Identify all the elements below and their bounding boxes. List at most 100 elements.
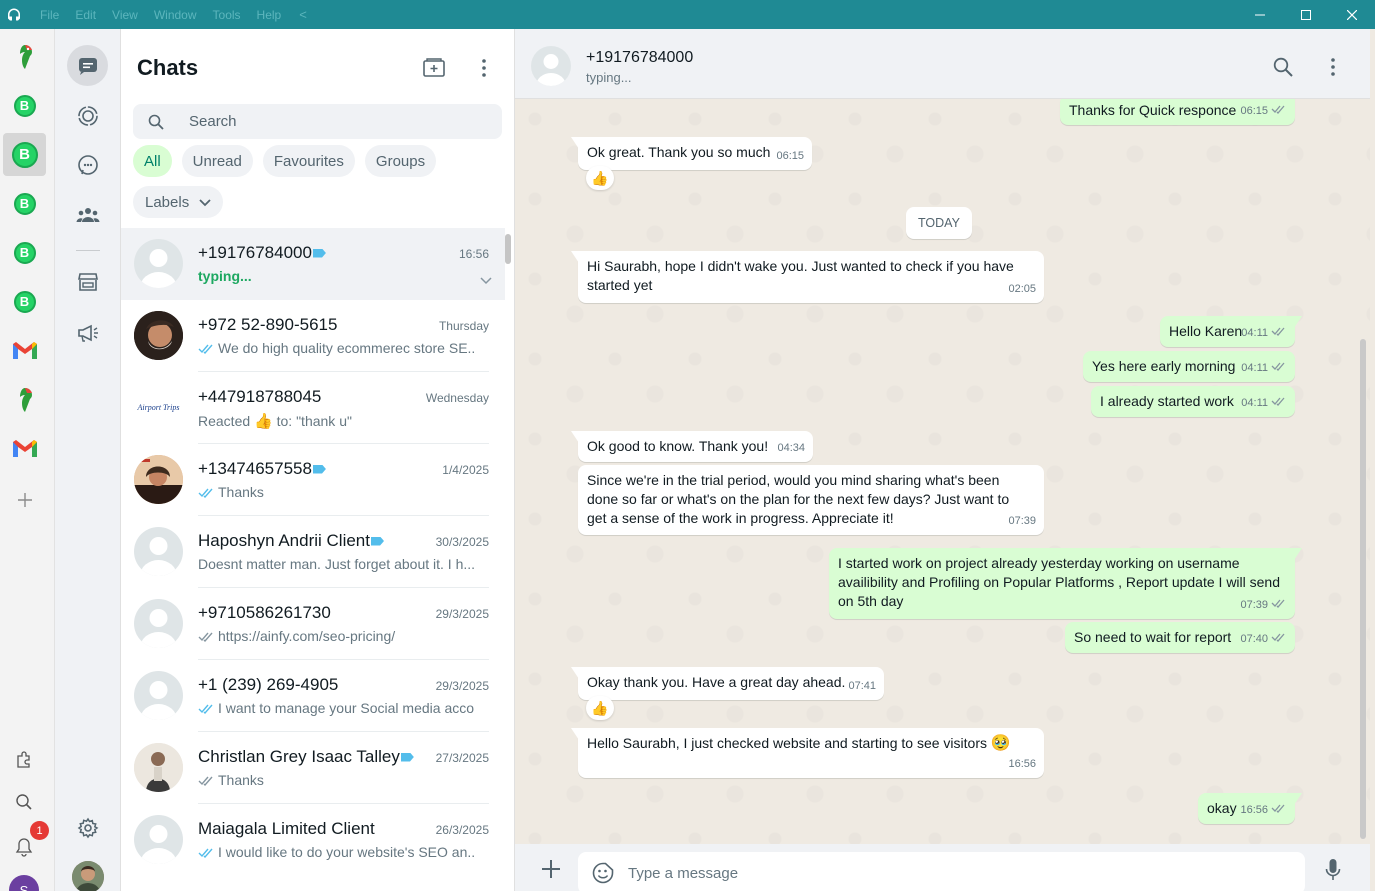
attach-plus-icon[interactable]	[539, 857, 563, 881]
maximize-button[interactable]	[1283, 0, 1329, 29]
message-bubble-in[interactable]: Since we're in the trial period, would y…	[578, 465, 1044, 535]
chat-row[interactable]: Maiagala Limited Client 26/3/2025 I woul…	[121, 804, 505, 876]
menu-view[interactable]: View	[104, 8, 146, 22]
window-controls	[1237, 0, 1375, 29]
search-icon[interactable]	[1271, 55, 1295, 79]
message-input-wrapper[interactable]	[578, 852, 1305, 891]
menu-window[interactable]: Window	[146, 8, 205, 22]
status-nav-icon[interactable]	[67, 95, 108, 136]
conversation-header[interactable]: +19176784000 typing...	[515, 29, 1370, 99]
advertise-megaphone-icon[interactable]	[67, 312, 108, 353]
filter-favourites[interactable]: Favourites	[262, 145, 355, 177]
bell-icon[interactable]	[0, 837, 48, 857]
whatsapp-business-icon[interactable]: B	[3, 84, 46, 127]
microphone-icon[interactable]	[1321, 857, 1345, 883]
minimize-button[interactable]	[1237, 0, 1283, 29]
message-text: Hi Saurabh, hope I didn't wake you. Just…	[587, 258, 1014, 293]
conversation-menu-icon[interactable]	[1321, 55, 1345, 79]
chat-name: Haposhyn Andrii Client	[198, 531, 370, 550]
message-bubble-out[interactable]: okay 16:56	[1198, 793, 1295, 824]
catalog-store-icon[interactable]	[67, 261, 108, 302]
search-icon	[133, 114, 179, 130]
profile-avatar[interactable]: S	[9, 875, 39, 891]
filter-unread[interactable]: Unread	[181, 145, 253, 177]
chat-row[interactable]: +9710586261730 29/3/2025 https://ainfy.c…	[121, 588, 505, 660]
message-bubble-out[interactable]: I already started work 04:11	[1091, 386, 1295, 417]
menu-edit[interactable]: Edit	[67, 8, 104, 22]
conversation-status: typing...	[586, 70, 632, 85]
message-bubble-out[interactable]: Hello Karen 04:11	[1160, 316, 1295, 347]
search-input[interactable]	[189, 113, 489, 130]
contact-photo	[134, 311, 183, 360]
whatsapp-business-icon[interactable]: B	[3, 182, 46, 225]
message-time: 07:39	[1008, 515, 1036, 527]
chevron-down-icon[interactable]	[480, 272, 492, 290]
message-bubble-out[interactable]: I started work on project already yester…	[829, 548, 1295, 619]
parrot-app-icon[interactable]	[3, 378, 46, 421]
message-meta: 07:39	[1240, 596, 1287, 615]
chevron-down-icon	[199, 194, 211, 211]
default-avatar-icon[interactable]	[531, 46, 571, 86]
reaction-thumbs-up[interactable]: 👍	[586, 166, 614, 190]
filter-groups[interactable]: Groups	[364, 145, 437, 177]
chat-search-box[interactable]	[133, 104, 502, 139]
double-check-icon	[198, 343, 215, 354]
labels-dropdown[interactable]: Labels	[133, 186, 224, 218]
chat-row[interactable]: +972 52-890-5615 Thursday We do high qua…	[121, 300, 505, 372]
message-bubble-in[interactable]: Ok good to know. Thank you! 04:34	[578, 431, 813, 462]
menu-bar: File Edit View Window Tools Help	[32, 8, 289, 22]
add-app-icon[interactable]	[3, 478, 46, 521]
chat-preview: typing...	[198, 268, 252, 284]
menu-tools[interactable]: Tools	[205, 8, 249, 22]
reaction-thumbs-up[interactable]: 👍	[586, 696, 614, 720]
filter-all[interactable]: All	[133, 145, 172, 177]
chat-row[interactable]: +1 (239) 269-4905 29/3/2025 I want to ma…	[121, 660, 505, 732]
settings-gear-icon[interactable]	[67, 807, 108, 848]
chats-nav-button[interactable]	[67, 45, 108, 86]
message-bubble-in[interactable]: Okay thank you. Have a great day ahead. …	[578, 667, 884, 700]
double-check-icon	[1271, 801, 1287, 820]
search-icon[interactable]	[0, 793, 48, 811]
whatsapp-business-icon[interactable]: B	[3, 231, 46, 274]
new-chat-icon[interactable]	[421, 55, 447, 81]
message-scrollbar[interactable]	[1360, 339, 1366, 839]
chat-list-scrollbar[interactable]	[505, 234, 511, 264]
back-button[interactable]: <	[299, 7, 307, 22]
close-button[interactable]	[1329, 0, 1375, 29]
chat-time: 26/3/2025	[435, 823, 489, 837]
conversation-contact-name[interactable]: +19176784000	[586, 49, 693, 67]
chat-row[interactable]: Airport Trips +447918788045 Wednesday Re…	[121, 372, 505, 444]
gmail-icon[interactable]	[3, 427, 46, 470]
extensions-icon[interactable]	[0, 751, 48, 769]
chat-list-menu-icon[interactable]	[471, 55, 497, 81]
message-bubble-in[interactable]: Ok great. Thank you so much 06:15	[578, 137, 812, 170]
chat-row[interactable]: +19176784000 16:56 typing...	[121, 228, 505, 300]
nav-divider	[76, 250, 100, 251]
message-bubble-in[interactable]: Hello Saurabh, I just checked website an…	[578, 728, 1044, 778]
message-bubble-out[interactable]: So need to wait for report 07:40	[1065, 622, 1295, 653]
double-check-icon	[198, 631, 215, 642]
message-input[interactable]	[628, 864, 1228, 882]
parrot-app-icon[interactable]	[3, 35, 46, 78]
user-profile-avatar[interactable]	[72, 861, 104, 891]
double-check-icon	[1271, 630, 1287, 649]
chat-row[interactable]: Christlan Grey Isaac Talley 27/3/2025 Th…	[121, 732, 505, 804]
double-check-icon	[1271, 359, 1287, 378]
message-area: Thanks for Quick responce 06:15 Ok great…	[515, 99, 1370, 844]
channels-nav-icon[interactable]	[67, 144, 108, 185]
message-time: 04:11	[1241, 362, 1268, 374]
whatsapp-business-active-icon[interactable]: B	[3, 133, 46, 176]
emoji-sticker-icon[interactable]	[592, 862, 614, 884]
message-bubble-out[interactable]: Yes here early morning 04:11	[1083, 351, 1295, 382]
whatsapp-business-icon[interactable]: B	[3, 280, 46, 323]
default-avatar-icon	[134, 671, 183, 720]
menu-help[interactable]: Help	[249, 8, 290, 22]
menu-file[interactable]: File	[32, 8, 67, 22]
chat-row[interactable]: Haposhyn Andrii Client 30/3/2025 Doesnt …	[121, 516, 505, 588]
chat-row[interactable]: +13474657558 1/4/2025 Thanks	[121, 444, 505, 516]
message-bubble-in[interactable]: Hi Saurabh, hope I didn't wake you. Just…	[578, 251, 1044, 303]
message-time: 02:05	[1008, 283, 1036, 295]
gmail-icon[interactable]	[3, 329, 46, 372]
message-bubble-out[interactable]: Thanks for Quick responce 06:15	[1060, 99, 1295, 125]
communities-nav-icon[interactable]	[67, 194, 108, 235]
